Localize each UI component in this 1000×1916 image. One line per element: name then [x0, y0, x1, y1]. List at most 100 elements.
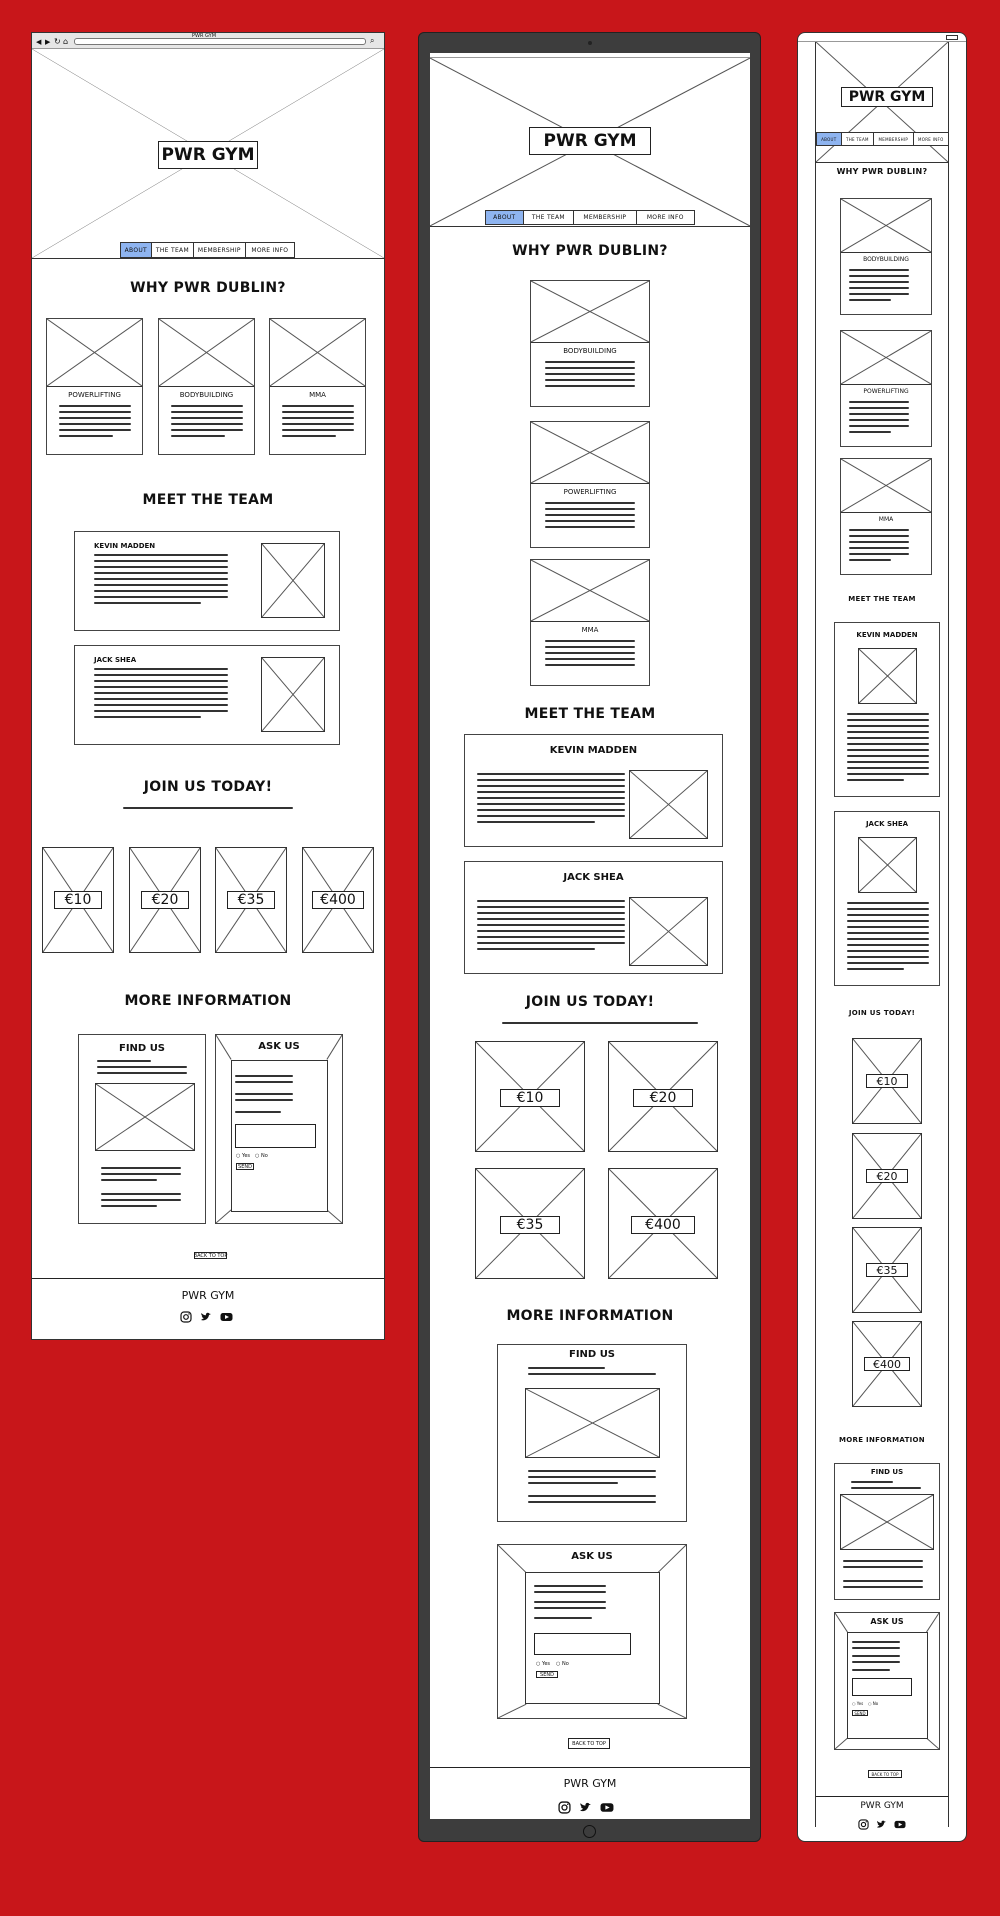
- radio-no[interactable]: ○ No: [556, 1661, 569, 1667]
- back-to-top-button[interactable]: BACK TO TOP: [868, 1770, 902, 1778]
- home-icon[interactable]: ⌂: [63, 38, 68, 46]
- find-us-card: FIND US: [497, 1344, 687, 1522]
- message-field[interactable]: [852, 1678, 912, 1696]
- price-card[interactable]: €10: [475, 1041, 585, 1152]
- address-bar[interactable]: [74, 38, 366, 45]
- hours-text: [843, 1580, 923, 1592]
- instagram-icon[interactable]: [558, 1801, 571, 1814]
- form-labels: [852, 1641, 900, 1675]
- price-card[interactable]: €400: [608, 1168, 718, 1279]
- site-footer: PWR GYM: [32, 1278, 384, 1339]
- price-card[interactable]: €35: [215, 847, 287, 953]
- nav-item-more-info[interactable]: MORE INFO: [914, 133, 948, 145]
- contact-form: ○ Yes ○ No SEND: [525, 1572, 660, 1704]
- desktop-browser-frame: PWR GYM ◀ ▶ ↻ ⌂ ⌕ PWR GYM ABOUT THE TEAM…: [31, 32, 385, 1340]
- instagram-icon[interactable]: [180, 1311, 192, 1323]
- nav-item-membership[interactable]: MEMBERSHIP: [194, 243, 246, 257]
- find-us-title: FIND US: [870, 1468, 904, 1476]
- youtube-icon[interactable]: [894, 1819, 906, 1830]
- find-us-card: FIND US: [834, 1463, 940, 1600]
- nav-item-membership[interactable]: MEMBERSHIP: [874, 133, 914, 145]
- team-member-name: KEVIN MADDEN: [94, 542, 156, 550]
- ask-us-card: ASK US ○ Yes ○ No SEND: [215, 1034, 343, 1224]
- logo-box: PWR GYM: [529, 127, 651, 155]
- address-text: [528, 1470, 656, 1488]
- team-member-name: JACK SHEA: [563, 872, 624, 883]
- back-to-top-button[interactable]: BACK TO TOP: [194, 1252, 227, 1259]
- price-label: €20: [633, 1089, 693, 1107]
- hours-text: [528, 1495, 656, 1507]
- radio-yes[interactable]: ○ Yes: [536, 1661, 550, 1667]
- map-image[interactable]: [525, 1388, 660, 1458]
- send-button[interactable]: SEND: [852, 1710, 868, 1716]
- join-heading: JOIN US TODAY!: [525, 994, 655, 1010]
- discipline-card: BODYBUILDING: [840, 198, 932, 315]
- phone-status-bar: [798, 33, 966, 42]
- nav-item-more-info[interactable]: MORE INFO: [637, 211, 694, 224]
- team-member-bio: [94, 668, 228, 722]
- price-card[interactable]: €35: [475, 1168, 585, 1279]
- back-to-top-button[interactable]: BACK TO TOP: [568, 1738, 610, 1749]
- ask-us-title: ASK US: [870, 1617, 904, 1626]
- map-image[interactable]: [95, 1083, 195, 1151]
- price-card[interactable]: €20: [608, 1041, 718, 1152]
- battery-icon: [946, 35, 958, 40]
- price-card[interactable]: €400: [302, 847, 374, 953]
- discipline-text: [849, 529, 909, 565]
- discipline-image: [531, 281, 649, 343]
- send-button[interactable]: SEND: [236, 1163, 254, 1170]
- ask-us-title: ASK US: [258, 1041, 300, 1052]
- price-card[interactable]: €10: [42, 847, 114, 953]
- price-card[interactable]: €20: [852, 1133, 922, 1219]
- discipline-title: POWERLIFTING: [863, 388, 909, 395]
- radio-yes[interactable]: ○ Yes: [236, 1153, 250, 1159]
- nav-item-the-team[interactable]: THE TEAM: [152, 243, 195, 257]
- nav-item-about[interactable]: ABOUT: [486, 211, 524, 224]
- site-footer: PWR GYM: [430, 1767, 750, 1819]
- radio-no[interactable]: ○ No: [868, 1701, 878, 1706]
- send-button[interactable]: SEND: [536, 1671, 558, 1678]
- nav-item-about[interactable]: ABOUT: [121, 243, 152, 257]
- radio-no[interactable]: ○ No: [255, 1153, 268, 1159]
- back-icon[interactable]: ◀: [36, 39, 41, 46]
- twitter-icon[interactable]: [579, 1801, 592, 1814]
- radio-yes[interactable]: ○ Yes: [852, 1701, 863, 1706]
- social-links: [858, 1819, 906, 1830]
- team-member-bio: [847, 713, 929, 785]
- price-card[interactable]: €20: [129, 847, 201, 953]
- ask-us-title: ASK US: [571, 1551, 613, 1562]
- nav-item-the-team[interactable]: THE TEAM: [524, 211, 575, 224]
- info-heading: MORE INFORMATION: [124, 993, 292, 1009]
- nav-item-membership[interactable]: MEMBERSHIP: [574, 211, 637, 224]
- why-heading: WHY PWR DUBLIN?: [130, 280, 286, 296]
- youtube-icon[interactable]: [220, 1311, 233, 1323]
- ask-us-card: ASK US ○ Yes ○ No SEND: [834, 1612, 940, 1750]
- radio-yes-label: Yes: [241, 1153, 251, 1159]
- price-card[interactable]: €35: [852, 1227, 922, 1313]
- team-member-photo: [629, 770, 708, 839]
- forward-icon[interactable]: ▶: [45, 39, 50, 46]
- youtube-icon[interactable]: [600, 1801, 614, 1814]
- site-footer: PWR GYM: [816, 1796, 948, 1841]
- map-image[interactable]: [840, 1494, 934, 1550]
- team-member-name: KEVIN MADDEN: [549, 745, 638, 756]
- team-card: JACK SHEA: [834, 811, 940, 986]
- search-icon[interactable]: ⌕: [370, 37, 374, 45]
- price-card[interactable]: €400: [852, 1321, 922, 1407]
- why-heading: WHY PWR DUBLIN?: [512, 243, 668, 259]
- price-label: €10: [866, 1074, 908, 1088]
- twitter-icon[interactable]: [200, 1311, 212, 1323]
- message-field[interactable]: [534, 1633, 631, 1655]
- find-us-text: [851, 1481, 921, 1493]
- find-us-title: FIND US: [568, 1349, 616, 1360]
- instagram-icon[interactable]: [858, 1819, 869, 1830]
- nav-item-the-team[interactable]: THE TEAM: [842, 133, 875, 145]
- refresh-icon[interactable]: ↻: [54, 38, 61, 46]
- message-field[interactable]: [235, 1124, 316, 1148]
- twitter-icon[interactable]: [876, 1819, 887, 1830]
- nav-item-about[interactable]: ABOUT: [817, 133, 842, 145]
- home-button[interactable]: [583, 1825, 596, 1838]
- price-card[interactable]: €10: [852, 1038, 922, 1124]
- nav-item-more-info[interactable]: MORE INFO: [246, 243, 294, 257]
- social-links: [558, 1801, 614, 1814]
